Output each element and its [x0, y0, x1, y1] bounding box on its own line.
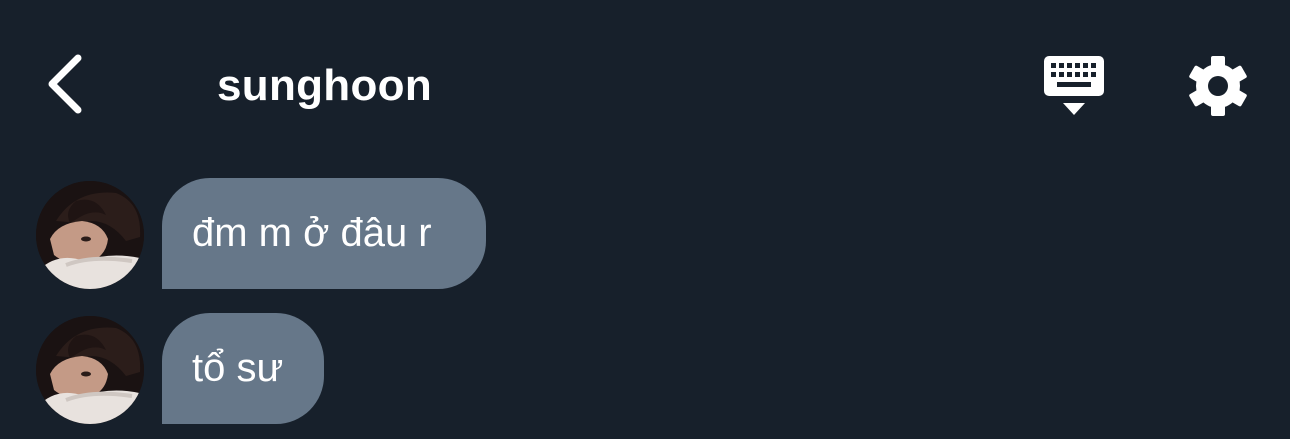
settings-button[interactable]: [1186, 54, 1250, 118]
profile-photo: [36, 181, 144, 289]
keyboard-toggle-button[interactable]: [1040, 52, 1108, 120]
chat-screen: sunghoon đm m ở đâu r tổ sư: [0, 0, 1290, 439]
avatar[interactable]: [36, 316, 144, 424]
chevron-left-icon: [48, 54, 82, 114]
back-button[interactable]: [36, 52, 100, 116]
profile-photo: [36, 316, 144, 424]
avatar[interactable]: [36, 181, 144, 289]
gear-icon: [1189, 56, 1247, 116]
message-bubble[interactable]: tổ sư: [162, 313, 324, 424]
chat-title: sunghoon: [217, 61, 433, 110]
keyboard-hide-icon: [1044, 56, 1104, 115]
chat-header: sunghoon: [0, 0, 1290, 170]
message-bubble[interactable]: đm m ở đâu r: [162, 178, 486, 289]
